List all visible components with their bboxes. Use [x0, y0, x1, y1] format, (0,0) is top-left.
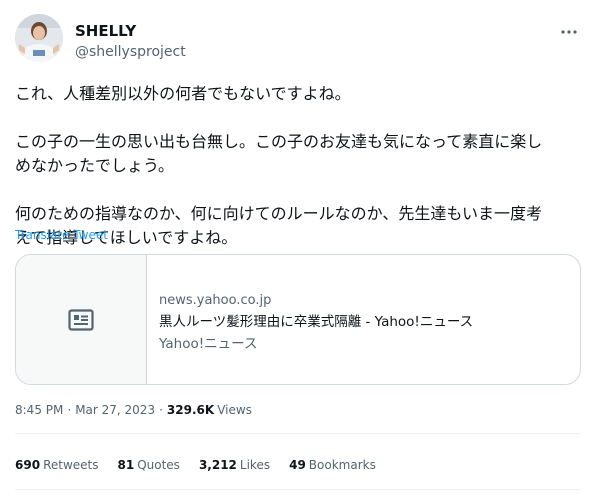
news-article-icon — [68, 308, 94, 331]
engagement-stats: 690 Retweets 81 Quotes 3,212 Likes 49 Bookma… — [15, 457, 395, 473]
meta-separator: · — [67, 403, 72, 417]
retweets-count: 690 — [15, 458, 41, 472]
views-count: 329.6K — [166, 403, 215, 417]
bookmarks-count: 49 — [289, 458, 306, 472]
tweet-date[interactable]: Mar 27, 2023 — [75, 402, 155, 418]
retweets-stat[interactable]: 690 Retweets — [15, 457, 99, 473]
card-description: Yahoo!ニュース — [159, 336, 258, 352]
likes-count: 3,212 — [198, 458, 237, 472]
card-info: news.yahoo.co.jp 黒人ルーツ髪形理由に卒業式隔離 - Yahoo… — [147, 255, 485, 384]
divider — [15, 489, 580, 490]
retweets-label: Retweets — [43, 458, 99, 472]
translate-tweet-link[interactable]: Translate Tweet — [15, 227, 108, 243]
avatar[interactable] — [15, 14, 63, 62]
card-media — [16, 255, 147, 384]
tweet-time[interactable]: 8:45 PM — [15, 402, 63, 418]
more-dots-icon — [561, 30, 577, 34]
divider — [15, 433, 580, 434]
quotes-stat[interactable]: 81 Quotes — [118, 457, 180, 473]
bookmarks-stat[interactable]: 49 Bookmarks — [289, 457, 376, 473]
quotes-count: 81 — [117, 458, 135, 472]
meta-separator: · — [159, 403, 163, 417]
tweet-meta: 8:45 PM · Mar 27, 2023 · 329.6K Views — [15, 402, 252, 418]
author-display-name[interactable]: SHELLY — [75, 22, 136, 40]
quotes-label: Quotes — [137, 458, 180, 472]
tweet-paragraph: この子の一生の思い出も台無し。この子のお友達も気になって素直に楽し めなかったで… — [15, 132, 543, 175]
likes-label: Likes — [239, 458, 271, 472]
likes-stat[interactable]: 3,212 Likes — [199, 457, 270, 473]
more-options-button[interactable] — [555, 22, 583, 42]
views-label: Views — [217, 403, 252, 417]
bookmarks-label: Bookmarks — [308, 458, 376, 472]
card-title: 黒人ルーツ髪形理由に卒業式隔離 - Yahoo!ニュース — [159, 314, 474, 330]
tweet-text: これ、人種差別以外の何者でもないですよね。 この子の一生の思い出も台無し。この子… — [15, 82, 580, 250]
tweet-paragraph: これ、人種差別以外の何者でもないですよね。 — [15, 84, 351, 103]
avatar-image — [15, 14, 63, 62]
card-domain: news.yahoo.co.jp — [159, 293, 272, 308]
author-handle[interactable]: @shellysproject — [75, 43, 186, 61]
link-preview-card[interactable]: news.yahoo.co.jp 黒人ルーツ髪形理由に卒業式隔離 - Yahoo… — [15, 254, 581, 385]
